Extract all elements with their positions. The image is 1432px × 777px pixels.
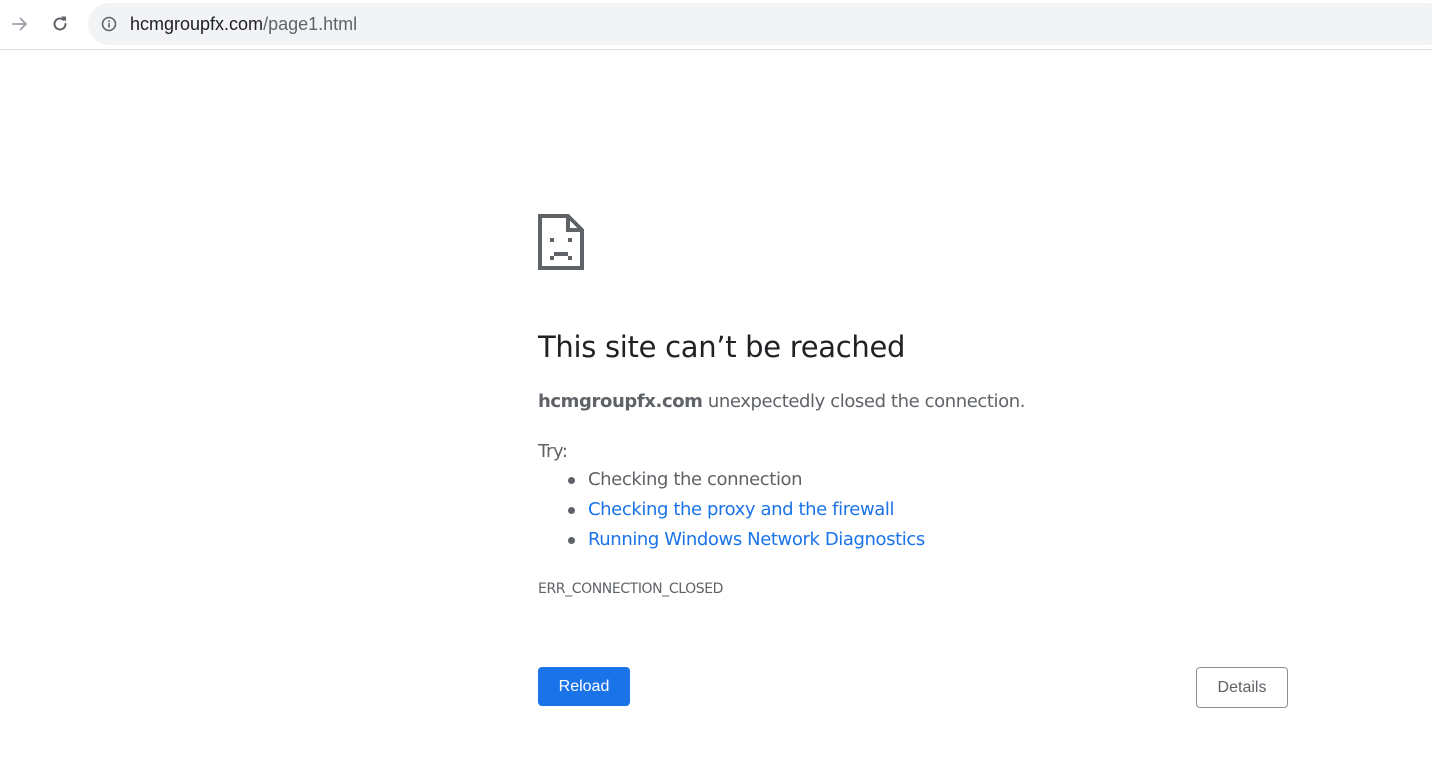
suggestion-network-diagnostics-link[interactable]: Running Windows Network Diagnostics [588,529,925,550]
reload-button[interactable]: Reload [538,667,630,706]
arrow-right-icon [12,17,27,31]
bullet [568,477,575,484]
address-bar[interactable]: hcmgroupfx.com/page1.html [88,3,1432,45]
list-item: Checking the proxy and the firewall [538,498,925,528]
error-summary: hcmgroupfx.com unexpectedly closed the c… [538,390,1025,414]
sad-document-icon [538,214,584,270]
suggestion-list: Checking the connection Checking the pro… [538,468,925,558]
forward-button[interactable] [4,8,36,40]
bullet [568,507,575,514]
bullet [568,537,575,544]
list-item: Running Windows Network Diagnostics [538,528,925,558]
browser-toolbar: hcmgroupfx.com/page1.html [0,0,1432,50]
url-host: hcmgroupfx.com [130,14,264,34]
url-path: /page1.html [263,14,358,34]
summary-text: unexpectedly closed the connection. [702,391,1026,412]
list-item: Checking the connection [538,468,925,498]
url-text[interactable]: hcmgroupfx.com/page1.html [130,14,357,34]
summary-host: hcmgroupfx.com [538,391,703,412]
try-label: Try: [538,441,568,462]
suggestion-proxy-firewall-link[interactable]: Checking the proxy and the firewall [588,499,895,520]
reload-icon [53,16,67,31]
info-icon[interactable] [101,16,117,32]
error-code: ERR_CONNECTION_CLOSED [538,581,724,597]
error-heading: This site can’t be reached [538,330,906,364]
reload-nav-button[interactable] [44,8,76,40]
details-button[interactable]: Details [1196,667,1288,708]
suggestion-check-connection: Checking the connection [588,469,803,490]
